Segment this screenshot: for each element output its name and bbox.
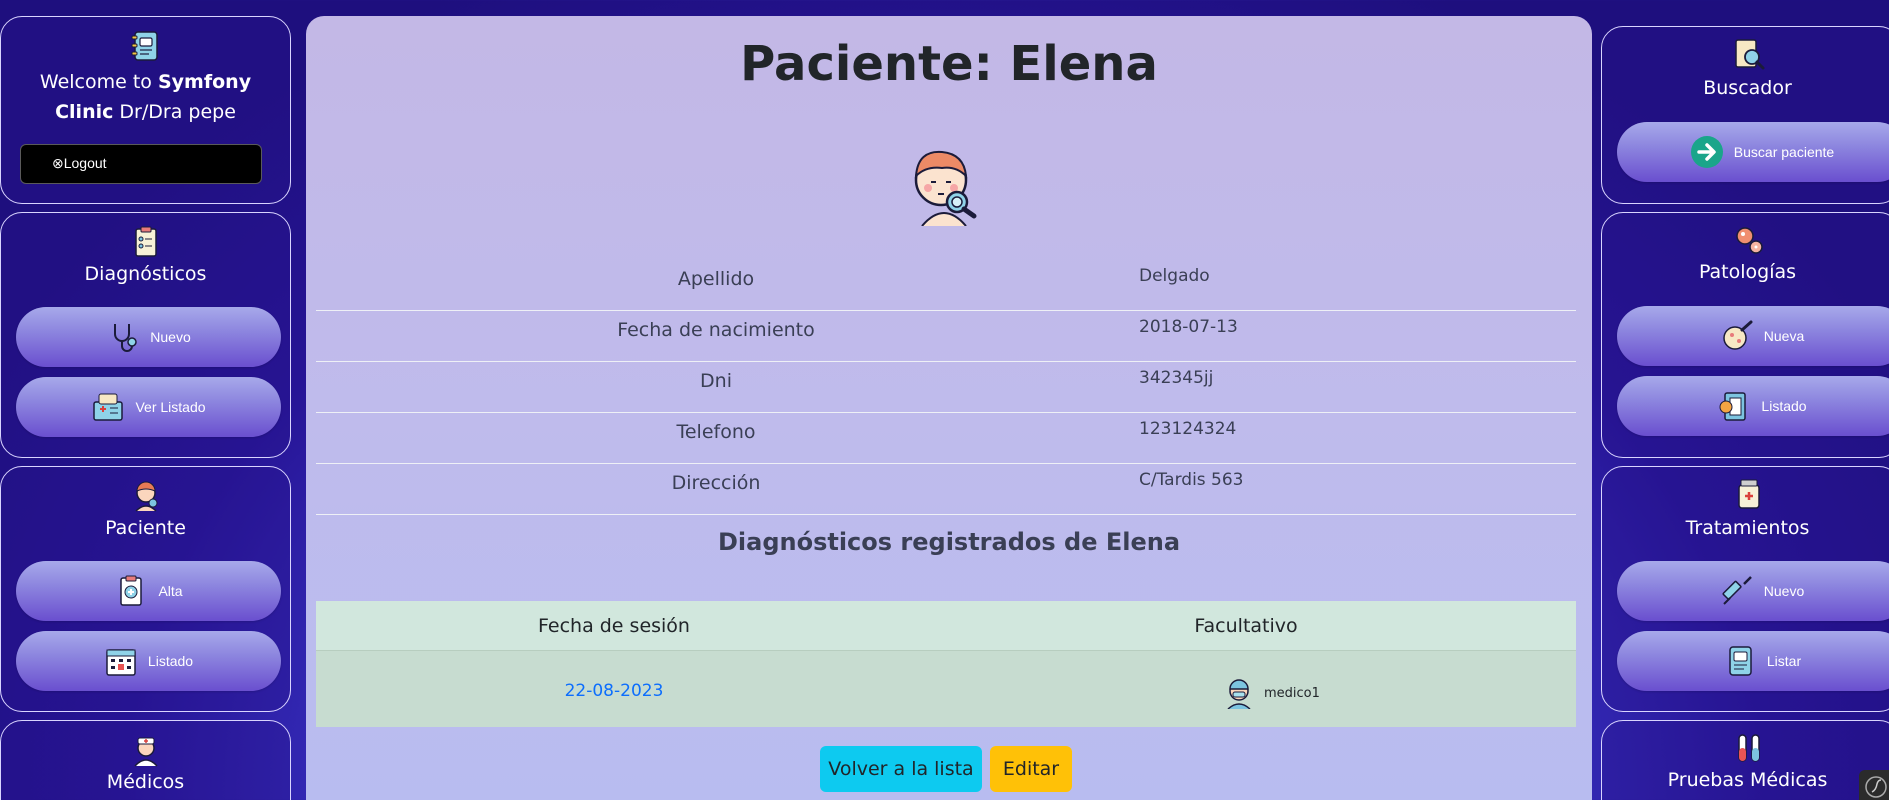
- microscope-icon: [1723, 320, 1753, 350]
- test-tubes-icon: [1738, 734, 1760, 762]
- paciente-panel: Paciente Alta Listado: [0, 466, 291, 712]
- paciente-list-button[interactable]: Listado: [16, 631, 281, 691]
- edit-button[interactable]: Editar: [990, 746, 1072, 792]
- table-header: Fecha de sesión Facultativo: [316, 601, 1576, 651]
- paciente-list-label: Listado: [147, 653, 194, 669]
- logout-button[interactable]: ⊗Logout: [20, 144, 262, 184]
- patologia-new-button[interactable]: Nueva: [1617, 306, 1889, 366]
- info-value: Delgado: [1139, 266, 1210, 286]
- medical-book-icon: [1719, 392, 1747, 421]
- medical-form-icon: [93, 393, 124, 421]
- tratamientos-title: Tratamientos: [1685, 517, 1810, 539]
- edit-label: Editar: [1002, 758, 1060, 780]
- patologias-panel: Patologías Nueva Listado: [1601, 212, 1889, 458]
- clipboard-add-icon: [120, 575, 143, 606]
- info-value: 2018-07-13: [1139, 317, 1238, 337]
- column-header-fecha: Fecha de sesión: [538, 615, 690, 637]
- tratamientos-panel: Tratamientos Nuevo Listar: [1601, 466, 1889, 712]
- welcome-prefix: Welcome to: [39, 71, 158, 93]
- page-title: Paciente: Elena: [740, 36, 1158, 92]
- info-row-direccion: Dirección C/Tardis 563: [316, 464, 1576, 515]
- tratamiento-new-button[interactable]: Nuevo: [1617, 561, 1889, 621]
- info-value: 123124324: [1139, 419, 1237, 439]
- clipboard-list-icon: [134, 226, 157, 257]
- back-to-list-label: Volver a la lista: [828, 758, 974, 780]
- doctor-name: Dr/Dra pepe: [113, 101, 236, 123]
- pruebas-panel: Pruebas Médicas: [1601, 720, 1889, 800]
- symfony-logo-icon: [1865, 776, 1887, 798]
- stethoscope-icon: [114, 324, 138, 352]
- diagnosticos-title: Diagnósticos: [84, 263, 207, 285]
- info-label: Fecha de nacimiento: [617, 319, 815, 341]
- info-row-dni: Dni 342345jj: [316, 362, 1576, 413]
- patologias-title: Patologías: [1698, 261, 1797, 283]
- tratamiento-new-label: Nuevo: [1763, 583, 1805, 599]
- diagnostico-new-label: Nuevo: [150, 329, 191, 345]
- diagnostico-list-label: Ver Listado: [135, 399, 206, 415]
- diagnosticos-table: Fecha de sesión Facultativo 22-08-2023 m…: [316, 601, 1576, 727]
- info-value: 342345jj: [1139, 368, 1214, 388]
- info-label: Telefono: [676, 421, 756, 443]
- tratamiento-list-button[interactable]: Listar: [1617, 631, 1889, 691]
- medicine-jar-icon: [1738, 479, 1760, 509]
- patient-avatar-icon: [914, 150, 977, 226]
- diagnostico-list-button[interactable]: Ver Listado: [16, 377, 281, 437]
- info-label: Dirección: [671, 472, 761, 494]
- patient-icon: [134, 481, 157, 512]
- tratamiento-list-label: Listar: [1766, 653, 1802, 669]
- notebook-icon: [131, 31, 158, 61]
- welcome-panel: Welcome to Symfony Clinic Dr/Dra pepe ⊗L…: [0, 16, 291, 204]
- logout-label: ⊗Logout: [52, 155, 107, 171]
- buscador-title: Buscador: [1703, 77, 1792, 99]
- paciente-title: Paciente: [105, 517, 186, 539]
- paciente-new-label: Alta: [158, 583, 183, 599]
- diagnostico-new-button[interactable]: Nuevo: [16, 307, 281, 367]
- calendar-icon: [106, 649, 136, 676]
- info-row-telefono: Telefono 123124324: [316, 413, 1576, 464]
- medicos-title: Médicos: [106, 771, 185, 793]
- doctor-cell: medico1: [1224, 677, 1320, 709]
- symfony-toolbar-icon[interactable]: [1859, 770, 1889, 800]
- back-to-list-button[interactable]: Volver a la lista: [820, 746, 982, 792]
- diagnosticos-panel: Diagnósticos Nuevo Ver Listado: [0, 212, 291, 458]
- info-label: Apellido: [677, 268, 755, 290]
- virus-icon: [1736, 227, 1763, 254]
- info-label: Dni: [700, 370, 732, 392]
- info-row-fecha-nacimiento: Fecha de nacimiento 2018-07-13: [316, 311, 1576, 362]
- diagnosticos-section-title: Diagnósticos registrados de Elena: [717, 528, 1181, 556]
- syringe-icon: [1722, 576, 1752, 605]
- info-value: C/Tardis 563: [1139, 470, 1244, 490]
- session-date-link[interactable]: 22-08-2023: [316, 681, 912, 701]
- welcome-text: Welcome to Symfony Clinic Dr/Dra pepe: [21, 67, 270, 127]
- doctor-icon: [133, 737, 158, 767]
- buscador-panel: Buscador Buscar paciente: [1601, 26, 1889, 204]
- doctor-avatar-icon: [1227, 679, 1251, 709]
- info-row-apellido: Apellido Delgado: [316, 260, 1576, 311]
- pruebas-title: Pruebas Médicas: [1667, 769, 1828, 791]
- search-document-icon: [1735, 39, 1765, 70]
- patologia-new-label: Nueva: [1763, 328, 1805, 344]
- paciente-new-button[interactable]: Alta: [16, 561, 281, 621]
- doctor-name: medico1: [1264, 685, 1320, 701]
- arrow-right-icon: [1690, 136, 1723, 168]
- notebook-list-icon: [1729, 646, 1752, 676]
- search-patient-label: Buscar paciente: [1733, 144, 1835, 160]
- search-patient-button[interactable]: Buscar paciente: [1617, 122, 1889, 182]
- patient-detail-card: Paciente: Elena Apellido Delgado Fecha d…: [306, 16, 1592, 800]
- column-header-facultativo: Facultativo: [1194, 615, 1298, 637]
- patologia-list-label: Listado: [1761, 398, 1807, 414]
- medicos-panel: Médicos: [0, 720, 291, 800]
- patologia-list-button[interactable]: Listado: [1617, 376, 1889, 436]
